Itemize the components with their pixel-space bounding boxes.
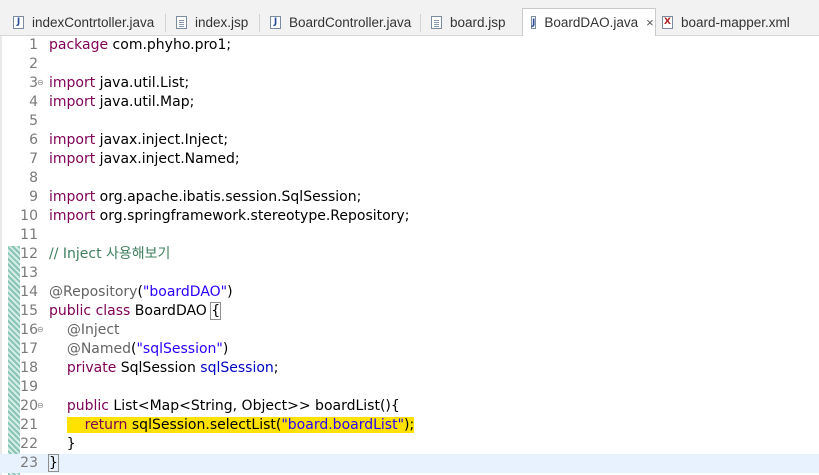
line-number: 21 <box>20 417 38 433</box>
tab-label: board-mapper.xml <box>681 14 790 30</box>
code-editor[interactable]: 1 package com.phyho.pro1; 2 3 ⊖ import j… <box>0 36 819 475</box>
line-number: 18 <box>20 360 38 376</box>
code-line-8: 8 <box>0 169 819 188</box>
code-line-20: 20 ⊖ public List<Map<String, Object>> bo… <box>0 397 819 416</box>
code-line-11: 11 <box>0 226 819 245</box>
line-number: 19 <box>20 379 38 395</box>
code-line-10: 10 import org.springframework.stereotype… <box>0 207 819 226</box>
code-line-1: 1 package com.phyho.pro1; <box>0 36 819 55</box>
jsp-file-icon <box>431 15 442 29</box>
code-line-7: 7 import javax.inject.Named; <box>0 150 819 169</box>
tab-label: index.jsp <box>195 14 249 30</box>
line-number: 1 <box>29 37 38 53</box>
code-line-9: 9 import org.apache.ibatis.session.SqlSe… <box>0 188 819 207</box>
code-line-23: 23 } <box>0 454 819 473</box>
line-number: 20 <box>20 398 38 414</box>
tab-board-jsp[interactable]: board.jsp <box>431 11 506 33</box>
line-number: 2 <box>29 56 38 72</box>
code-text: } <box>49 436 76 452</box>
tab-separator <box>420 14 421 32</box>
code-text: import org.apache.ibatis.session.SqlSess… <box>49 189 362 205</box>
line-number: 23 <box>20 455 38 471</box>
line-number: 9 <box>29 189 38 205</box>
code-line-17: 17 @Named("sqlSession") <box>0 340 819 359</box>
java-file-icon: J <box>13 15 24 29</box>
code-line-5: 5 <box>0 112 819 131</box>
line-number: 15 <box>20 303 38 319</box>
tab-boarddao-java[interactable]: J BoardDAO.java × <box>522 8 656 36</box>
code-line-2: 2 <box>0 55 819 74</box>
code-text: } <box>48 454 59 472</box>
tab-separator <box>259 14 260 32</box>
code-line-4: 4 import java.util.Map; <box>0 93 819 112</box>
code-text: @Repository("boardDAO") <box>49 284 233 300</box>
jsp-file-icon <box>176 15 187 29</box>
code-line-16: 16 ⊖ @Inject <box>0 321 819 340</box>
tab-board-mapper-xml[interactable]: X board-mapper.xml <box>662 11 790 33</box>
code-text: @Inject <box>66 322 120 338</box>
code-text: import java.util.List; <box>49 75 190 91</box>
java-file-icon: J <box>531 16 537 29</box>
tab-indexcontrtoller-java[interactable]: J indexContrtoller.java <box>13 11 154 33</box>
code-line-13: 13 <box>0 264 819 283</box>
line-number: 3 <box>29 75 38 91</box>
close-icon[interactable]: × <box>646 15 654 30</box>
code-text: @Named("sqlSession") <box>66 341 229 357</box>
line-number: 13 <box>20 265 38 281</box>
code-line-18: 18 private SqlSession sqlSession; <box>0 359 819 378</box>
code-line-19: 19 <box>0 378 819 397</box>
code-text: // Inject 사용해보기 <box>49 246 171 262</box>
code-line-6: 6 import javax.inject.Inject; <box>0 131 819 150</box>
line-number: 11 <box>20 227 38 243</box>
code-text: package com.phyho.pro1; <box>49 37 232 53</box>
line-number: 8 <box>29 170 38 186</box>
tab-label: BoardDAO.java <box>544 15 639 30</box>
line-number: 5 <box>29 113 38 129</box>
fold-marker-icon[interactable]: ⊖ <box>37 325 44 335</box>
line-number: 6 <box>29 132 38 148</box>
tab-label: BoardController.java <box>289 14 412 30</box>
code-text: public class BoardDAO { <box>49 302 222 320</box>
tab-separator <box>165 14 166 32</box>
code-text: import java.util.Map; <box>49 94 195 110</box>
code-line-21: 21 return sqlSession.selectList("board.b… <box>0 416 819 435</box>
code-line-14: 14 @Repository("boardDAO") <box>0 283 819 302</box>
fold-marker-icon[interactable]: ⊖ <box>37 401 44 411</box>
xml-file-icon: X <box>662 15 673 29</box>
tab-boardcontroller-java[interactable]: J BoardController.java <box>270 11 411 33</box>
code-line-22: 22 } <box>0 435 819 454</box>
line-number: 10 <box>20 208 38 224</box>
line-number: 7 <box>29 151 38 167</box>
code-text: import org.springframework.stereotype.Re… <box>49 208 410 224</box>
line-number: 16 <box>20 322 38 338</box>
tab-label: indexContrtoller.java <box>32 14 155 30</box>
fold-marker-icon[interactable]: ⊖ <box>37 78 44 88</box>
java-file-icon: J <box>270 15 281 29</box>
line-number: 12 <box>20 246 38 262</box>
tab-index-jsp[interactable]: index.jsp <box>176 11 248 33</box>
code-line-3: 3 ⊖ import java.util.List; <box>0 74 819 93</box>
line-number: 17 <box>20 341 38 357</box>
code-text: return sqlSession.selectList("board.boar… <box>49 416 415 435</box>
code-text: private SqlSession sqlSession; <box>66 360 279 376</box>
line-number: 14 <box>20 284 38 300</box>
line-number: 4 <box>29 94 38 110</box>
code-text: import javax.inject.Named; <box>49 151 240 167</box>
code-text: import javax.inject.Inject; <box>49 132 229 148</box>
code-text: public List<Map<String, Object>> boardLi… <box>66 398 400 414</box>
code-line-15: 15 public class BoardDAO { <box>0 302 819 321</box>
tab-label: board.jsp <box>450 14 506 30</box>
code-line-12: 12 // Inject 사용해보기 <box>0 245 819 264</box>
line-number: 22 <box>20 436 38 452</box>
editor-tab-bar: J indexContrtoller.java index.jsp J Boar… <box>0 0 819 36</box>
